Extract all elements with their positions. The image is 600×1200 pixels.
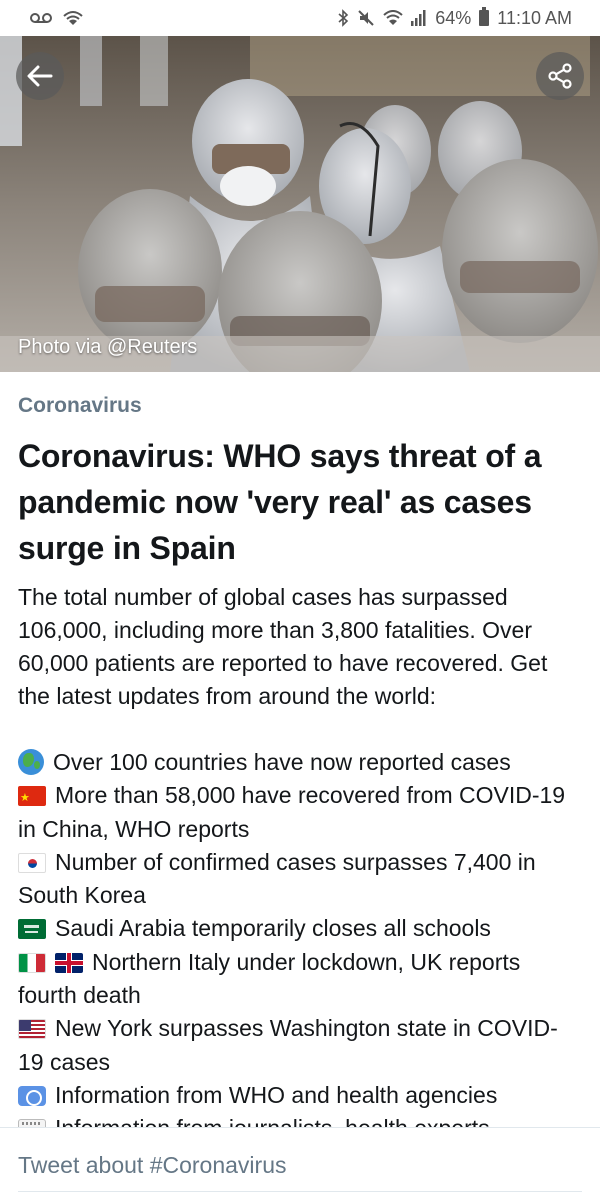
list-item-text: More than 58,000 have recovered from COV… (18, 782, 566, 842)
divider (18, 1191, 582, 1192)
usa-flag-icon (18, 1019, 46, 1040)
topic-label[interactable]: Coronavirus (18, 394, 582, 418)
wifi-hotspot-icon (62, 10, 84, 26)
bluetooth-icon (337, 9, 349, 27)
battery-icon (479, 7, 490, 26)
list-item: Over 100 countries have now reported cas… (18, 746, 582, 779)
uk-flag-icon (55, 952, 83, 973)
status-right: 64% 11:10 AM (337, 7, 572, 29)
list-item-text: New York surpasses Washington state in C… (18, 1015, 558, 1075)
notepad-icon (18, 1119, 46, 1127)
footer: Tweet about #Coronavirus (0, 1127, 600, 1200)
list-item-text: Northern Italy under lockdown, UK report… (18, 948, 521, 1009)
tweet-about-button[interactable]: Tweet about #Coronavirus (18, 1152, 287, 1179)
list-item-text: Information from WHO and health agencies (55, 1081, 498, 1108)
saudi-arabia-flag-icon (18, 919, 46, 940)
bullet-list: Over 100 countries have now reported cas… (18, 746, 582, 1127)
share-icon (548, 63, 572, 89)
list-item: More than 58,000 have recovered from COV… (18, 779, 582, 846)
share-button[interactable] (536, 52, 584, 100)
list-item: Number of confirmed cases surpasses 7,40… (18, 846, 582, 913)
clock: 11:10 AM (497, 7, 572, 28)
list-item: Northern Italy under lockdown, UK report… (18, 946, 582, 1013)
south-korea-flag-icon (18, 852, 46, 873)
united-nations-flag-icon (18, 1085, 46, 1106)
mute-icon (357, 9, 375, 27)
globe-icon (18, 749, 44, 775)
italy-flag-icon (18, 952, 46, 973)
photo-credit: Photo via @Reuters (18, 336, 198, 358)
list-item-text: Information from journalists, health exp… (55, 1115, 490, 1127)
article-content: Coronavirus Coronavirus: WHO says threat… (0, 372, 600, 1127)
list-item: Information from journalists, health exp… (18, 1112, 582, 1127)
back-button[interactable] (16, 52, 64, 100)
headline: Coronavirus: WHO says threat of a pandem… (18, 438, 542, 566)
list-item-text: Number of confirmed cases surpasses 7,40… (18, 848, 536, 909)
hero-photo: Photo via @Reuters (0, 36, 600, 372)
china-flag-icon (18, 786, 46, 807)
list-item: Information from WHO and health agencies (18, 1079, 582, 1112)
list-item-text: Over 100 countries have now reported cas… (53, 749, 511, 775)
summary: The total number of global cases has sur… (18, 584, 548, 709)
wifi-icon (383, 10, 403, 26)
battery-percent: 64% (435, 7, 472, 28)
list-item: New York surpasses Washington state in C… (18, 1012, 582, 1079)
status-bar: 64% 11:10 AM (0, 0, 600, 36)
status-left (30, 10, 84, 26)
arrow-left-icon (27, 65, 53, 87)
signal-icon (411, 10, 427, 26)
voicemail-icon (30, 12, 52, 24)
list-item: Saudi Arabia temporarily closes all scho… (18, 912, 582, 945)
protective-suits-photo (0, 36, 600, 372)
list-item-text: Saudi Arabia temporarily closes all scho… (55, 915, 491, 942)
